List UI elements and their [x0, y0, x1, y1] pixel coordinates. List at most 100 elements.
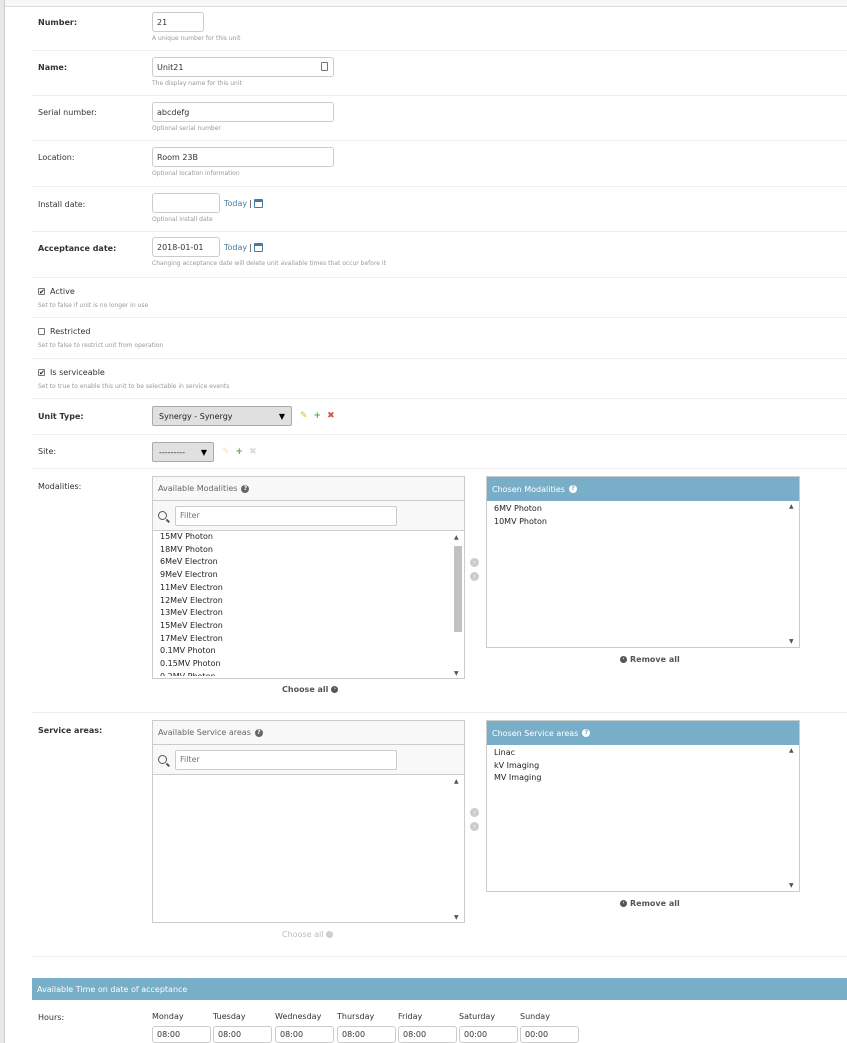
calendar-icon[interactable]	[253, 242, 263, 252]
separator: |	[249, 198, 252, 208]
scroll-down-icon[interactable]: ▼	[789, 638, 794, 645]
dropdown-arrow-icon: ▼	[200, 447, 207, 457]
service-areas-label: Service areas:	[38, 726, 103, 735]
acceptance-date-label: Acceptance date:	[38, 244, 117, 253]
edit-pencil-icon[interactable]: ✎	[300, 411, 308, 421]
add-arrow-icon[interactable]: ›	[470, 558, 479, 567]
available-modalities-list[interactable]: 15MV Photon 18MV Photon 6MeV Electron 9MeV …	[153, 529, 464, 676]
serviceable-checkbox[interactable]: ✔	[38, 369, 45, 377]
delete-x-icon[interactable]: ✖	[327, 411, 335, 421]
password-manager-icon[interactable]	[321, 62, 328, 71]
scroll-down-icon[interactable]: ▼	[454, 914, 459, 921]
modalities-remove-all-link[interactable]: ‹ Remove all	[617, 655, 680, 664]
day-hours-input[interactable]	[152, 1026, 211, 1043]
chosen-service-areas-scrollbar[interactable]: ▲ ▼	[787, 745, 799, 891]
chosen-service-area-option[interactable]: MV Imaging	[494, 772, 792, 785]
unit-form: Number: A unique number for this unit Na…	[32, 7, 847, 957]
modalities-filter-input[interactable]	[175, 505, 397, 526]
install-date-label: Install date:	[38, 200, 86, 209]
acceptance-today-link[interactable]: Today	[224, 243, 247, 252]
day-column: Wednesday	[275, 1012, 334, 1043]
scroll-down-icon[interactable]: ▼	[789, 882, 794, 889]
separator: |	[249, 242, 252, 252]
chosen-service-areas-list[interactable]: Linac kV Imaging MV Imaging	[487, 745, 799, 891]
help-icon[interactable]: ?	[241, 484, 250, 493]
chosen-service-areas-header: Chosen Service areas ?	[487, 721, 799, 745]
help-icon[interactable]: ?	[568, 485, 577, 493]
available-modality-option[interactable]: 13MeV Electron	[160, 607, 457, 620]
available-modality-option[interactable]: 18MV Photon	[160, 544, 457, 557]
day-hours-input[interactable]	[398, 1026, 457, 1043]
serial-input[interactable]	[152, 102, 334, 122]
unit-type-select[interactable]: Synergy - Synergy ▼	[152, 406, 292, 426]
install-date-input[interactable]	[152, 193, 220, 213]
remove-arrow-icon[interactable]: ‹	[470, 822, 479, 831]
scroll-up-icon[interactable]: ▲	[454, 534, 459, 541]
available-modality-option[interactable]: 6MeV Electron	[160, 556, 457, 569]
service-areas-scrollbar[interactable]: ▲ ▼	[452, 776, 464, 923]
modalities-row: Modalities: Available Modalities ? 15MV …	[32, 469, 847, 713]
modalities-scrollbar[interactable]: ▲ ▼	[452, 532, 464, 679]
scroll-down-icon[interactable]: ▼	[454, 670, 459, 677]
calendar-icon[interactable]	[253, 198, 263, 208]
scroll-up-icon[interactable]: ▲	[454, 778, 459, 785]
serial-help: Optional serial number	[152, 125, 221, 132]
name-input[interactable]	[152, 57, 334, 77]
available-time-title: Available Time on date of acceptance	[37, 984, 188, 994]
available-modality-option[interactable]: 15MV Photon	[160, 531, 457, 544]
chosen-service-area-option[interactable]: kV Imaging	[494, 760, 792, 773]
day-hours-input[interactable]	[520, 1026, 579, 1043]
install-today-link[interactable]: Today	[224, 199, 247, 208]
available-service-areas-list[interactable]	[153, 775, 464, 922]
number-row: Number: A unique number for this unit	[32, 7, 847, 51]
day-hours-input[interactable]	[337, 1026, 396, 1043]
service-areas-filter-input[interactable]	[175, 749, 397, 770]
acceptance-date-input[interactable]	[152, 237, 220, 257]
chosen-modality-option[interactable]: 10MV Photon	[494, 516, 792, 529]
help-icon[interactable]: ?	[254, 728, 263, 737]
location-input[interactable]	[152, 147, 334, 167]
available-modality-option[interactable]: 12MeV Electron	[160, 595, 457, 608]
available-modality-option[interactable]: 17MeV Electron	[160, 633, 457, 646]
day-label: Monday	[152, 1012, 184, 1021]
available-modality-option[interactable]: 9MeV Electron	[160, 569, 457, 582]
available-modality-option[interactable]: 11MeV Electron	[160, 582, 457, 595]
day-hours-input[interactable]	[459, 1026, 518, 1043]
chosen-modality-option[interactable]: 6MV Photon	[494, 503, 792, 516]
modalities-remove-all-text: Remove all	[630, 655, 680, 664]
chosen-modalities-box: Chosen Modalities ? 6MV Photon 10MV Photo…	[486, 476, 800, 648]
service-areas-remove-all-link[interactable]: ‹ Remove all	[617, 899, 680, 908]
modalities-filter-row	[153, 501, 464, 531]
add-plus-icon[interactable]: +	[236, 447, 244, 457]
service-areas-choose-all-link: Choose all ›	[282, 930, 336, 939]
add-plus-icon[interactable]: +	[314, 411, 322, 421]
available-modality-option[interactable]: 15MeV Electron	[160, 620, 457, 633]
day-hours-input[interactable]	[275, 1026, 334, 1043]
available-modalities-box: Available Modalities ? 15MV Photon18MV P…	[152, 476, 465, 679]
help-icon[interactable]: ?	[582, 729, 591, 737]
site-row: Site: --------- ▼ ✎ + ✖	[32, 435, 847, 469]
available-modality-option[interactable]: 0.1MV Photon	[160, 645, 457, 658]
scroll-up-icon[interactable]: ▲	[789, 747, 794, 754]
location-help: Optional location information	[152, 170, 240, 177]
available-modality-option[interactable]: 0.15MV Photon	[160, 658, 457, 671]
day-column: Friday	[398, 1012, 457, 1043]
add-arrow-icon[interactable]: ›	[470, 808, 479, 817]
chosen-modalities-scrollbar[interactable]: ▲ ▼	[787, 501, 799, 647]
restricted-checkbox[interactable]	[38, 328, 45, 335]
day-hours-input[interactable]	[213, 1026, 272, 1043]
modalities-choose-all-link[interactable]: Choose all ›	[282, 685, 341, 694]
remove-arrow-icon[interactable]: ‹	[470, 572, 479, 581]
scroll-thumb[interactable]	[454, 546, 462, 632]
available-modality-option[interactable]: 0.2MV Photon	[160, 671, 457, 676]
chosen-modalities-list[interactable]: 6MV Photon 10MV Photon	[487, 501, 799, 647]
unit-type-row: Unit Type: Synergy - Synergy ▼ ✎ + ✖	[32, 399, 847, 435]
active-checkbox[interactable]: ✔	[38, 288, 45, 296]
service-areas-row: Service areas: Available Service areas ?…	[32, 713, 847, 957]
scroll-up-icon[interactable]: ▲	[789, 503, 794, 510]
day-label: Wednesday	[275, 1012, 322, 1021]
number-input[interactable]	[152, 12, 204, 32]
site-select[interactable]: --------- ▼	[152, 442, 214, 462]
chosen-service-area-option[interactable]: Linac	[494, 747, 792, 760]
location-label: Location:	[38, 153, 75, 162]
